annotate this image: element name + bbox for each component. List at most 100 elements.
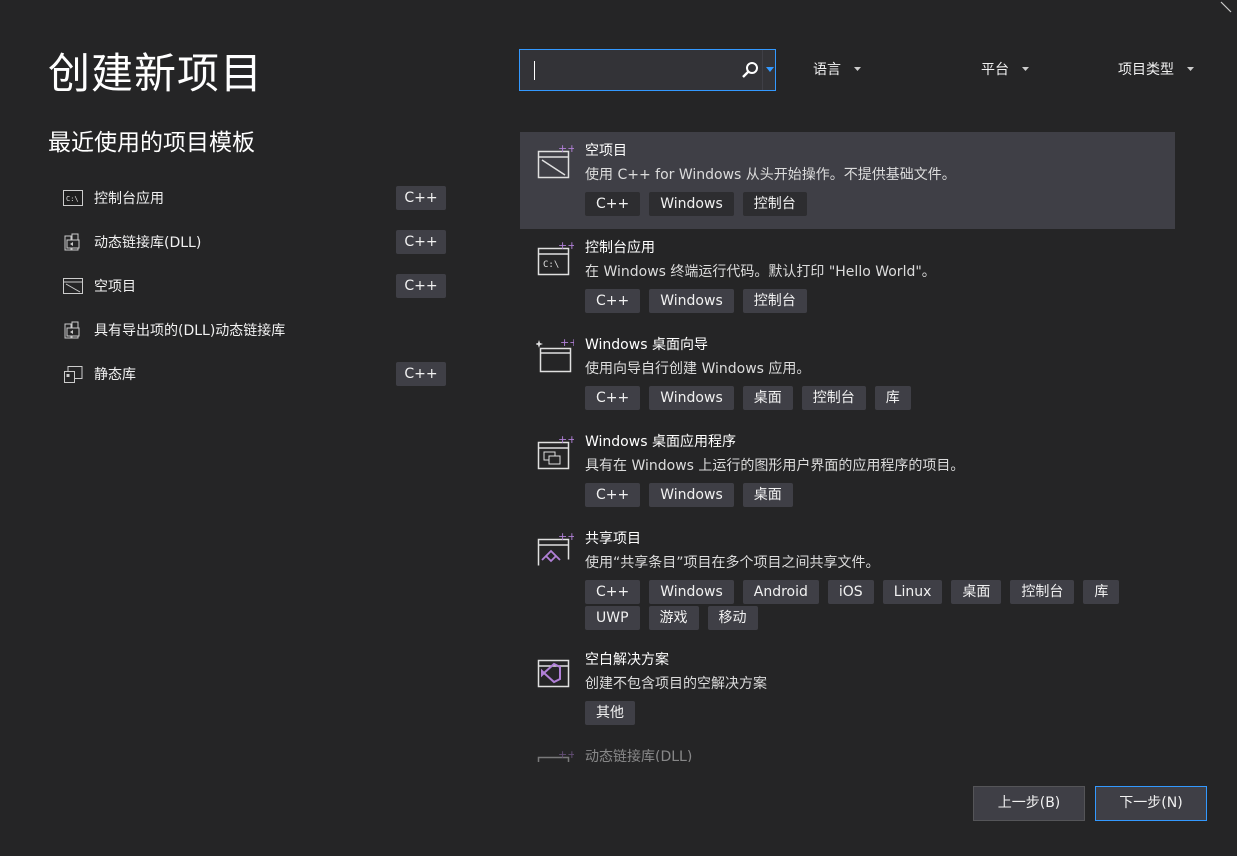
language-filter-label: 语言 xyxy=(813,62,841,78)
template-tags: C++ Windows 控制台 xyxy=(585,289,1145,315)
language-badge: C++ xyxy=(396,230,446,254)
tag: 库 xyxy=(1083,580,1120,604)
tag: C++ xyxy=(585,289,641,313)
recent-item-label: 控制台应用 xyxy=(94,191,164,207)
text-cursor xyxy=(534,61,535,80)
tag: iOS xyxy=(827,580,874,604)
back-button[interactable]: 上一步(B) xyxy=(973,786,1085,821)
tag: 控制台 xyxy=(742,192,807,216)
tag: Windows xyxy=(649,483,734,507)
svg-text:++: ++ xyxy=(558,530,574,543)
svg-text:++: ++ xyxy=(558,433,574,446)
desktop-app-icon: ++ xyxy=(537,433,574,470)
template-shared-project[interactable]: ++ 共享项目 使用“共享条目”项目在多个项目之间共享文件。 C++ Windo… xyxy=(520,520,1175,641)
language-badge: C++ xyxy=(396,274,446,298)
recent-item-label: 空项目 xyxy=(94,279,136,295)
svg-text:C:\: C:\ xyxy=(66,195,79,203)
tag: C++ xyxy=(585,386,641,410)
template-empty-project[interactable]: ++ 空项目 使用 C++ for Windows 从头开始操作。不提供基础文件… xyxy=(520,132,1175,229)
template-description: 创建不包含项目的空解决方案 xyxy=(585,676,767,692)
template-name: 空项目 xyxy=(585,143,627,159)
template-tags: C++ Windows Android iOS Linux 桌面 控制台 库 U… xyxy=(585,580,1145,632)
empty-project-icon: ++ xyxy=(537,142,574,179)
chevron-down-icon xyxy=(1022,67,1029,71)
static-lib-icon xyxy=(64,366,83,383)
template-name: 共享项目 xyxy=(585,531,641,547)
chevron-down-icon xyxy=(854,67,861,71)
tag: 桌面 xyxy=(742,483,793,507)
project-type-filter-dropdown[interactable]: 项目类型 xyxy=(1118,59,1194,79)
dll-icon xyxy=(64,233,80,251)
template-dll[interactable]: ++ 动态链接库(DLL) xyxy=(520,738,1175,762)
empty-project-icon xyxy=(63,278,83,294)
template-tags: C++ Windows 控制台 xyxy=(585,192,1145,218)
tag: 移动 xyxy=(707,606,758,630)
template-description: 使用“共享条目”项目在多个项目之间共享文件。 xyxy=(585,555,880,571)
svg-text:++: ++ xyxy=(558,239,574,252)
template-description: 使用 C++ for Windows 从头开始操作。不提供基础文件。 xyxy=(585,167,956,183)
tag: Windows xyxy=(649,580,734,604)
search-icon[interactable] xyxy=(740,60,760,80)
language-filter-dropdown[interactable]: 语言 xyxy=(813,59,861,79)
recent-item-console-app[interactable]: C:\ 控制台应用 C++ xyxy=(62,176,448,220)
template-name: 空白解决方案 xyxy=(585,652,669,668)
tag: 桌面 xyxy=(951,580,1002,604)
tag: C++ xyxy=(585,483,641,507)
recent-templates-heading: 最近使用的项目模板 xyxy=(48,130,255,156)
template-tags: 其他 xyxy=(585,701,1145,727)
platform-filter-label: 平台 xyxy=(981,62,1009,78)
close-icon[interactable] xyxy=(1219,0,1233,14)
template-name: Windows 桌面应用程序 xyxy=(585,434,736,450)
language-badge: C++ xyxy=(396,186,446,210)
tag: Windows xyxy=(649,289,734,313)
template-list[interactable]: ++ 空项目 使用 C++ for Windows 从头开始操作。不提供基础文件… xyxy=(520,132,1175,762)
chevron-down-icon xyxy=(1187,67,1194,71)
svg-text:C:\: C:\ xyxy=(543,260,559,270)
template-console-app[interactable]: C:\ ++ 控制台应用 在 Windows 终端运行代码。默认打印 "Hell… xyxy=(520,229,1175,326)
recent-item-dll-export[interactable]: 具有导出项的(DLL)动态链接库 xyxy=(62,308,448,352)
svg-text:++: ++ xyxy=(560,336,574,349)
tag: 控制台 xyxy=(801,386,866,410)
tag: UWP xyxy=(585,606,640,630)
tag: Windows xyxy=(649,386,734,410)
tag: 控制台 xyxy=(742,289,807,313)
recent-item-label: 具有导出项的(DLL)动态链接库 xyxy=(94,323,286,339)
next-button[interactable]: 下一步(N) xyxy=(1095,786,1207,821)
tag: Android xyxy=(742,580,819,604)
template-blank-solution[interactable]: 空白解决方案 创建不包含项目的空解决方案 其他 xyxy=(520,641,1175,738)
platform-filter-dropdown[interactable]: 平台 xyxy=(981,59,1029,79)
tag: 桌面 xyxy=(742,386,793,410)
recent-templates-list: C:\ 控制台应用 C++ 动态链接库(DLL) C++ 空项目 C++ 具有导… xyxy=(62,176,448,396)
project-type-filter-label: 项目类型 xyxy=(1118,62,1174,78)
template-name: 动态链接库(DLL) xyxy=(585,749,693,762)
tag: Windows xyxy=(649,192,734,216)
tag: 游戏 xyxy=(648,606,699,630)
recent-item-empty-project[interactable]: 空项目 C++ xyxy=(62,264,448,308)
tag: C++ xyxy=(585,580,641,604)
template-tags: C++ Windows 桌面 控制台 库 xyxy=(585,386,1145,412)
recent-item-label: 动态链接库(DLL) xyxy=(94,235,202,251)
tag: 控制台 xyxy=(1010,580,1075,604)
shared-project-icon: ++ xyxy=(537,530,574,566)
search-input[interactable] xyxy=(540,58,740,82)
template-description: 使用向导自行创建 Windows 应用。 xyxy=(585,361,811,377)
svg-text:++: ++ xyxy=(558,748,574,761)
search-history-dropdown[interactable] xyxy=(762,50,776,90)
svg-text:++: ++ xyxy=(558,142,574,155)
tag: C++ xyxy=(585,192,641,216)
tag: 库 xyxy=(874,386,911,410)
recent-item-static-lib[interactable]: 静态库 C++ xyxy=(62,352,448,396)
page-title: 创建新项目 xyxy=(48,49,264,98)
language-badge: C++ xyxy=(396,362,446,386)
template-description: 具有在 Windows 上运行的图形用户界面的应用程序的项目。 xyxy=(585,458,965,474)
template-windows-desktop-wizard[interactable]: ++ Windows 桌面向导 使用向导自行创建 Windows 应用。 C++… xyxy=(520,326,1175,423)
blank-solution-icon xyxy=(537,659,570,688)
dll-icon: ++ xyxy=(537,748,574,762)
template-search-box[interactable] xyxy=(519,49,776,91)
template-name: 控制台应用 xyxy=(585,240,655,256)
recent-item-label: 静态库 xyxy=(94,367,136,383)
recent-item-dll[interactable]: 动态链接库(DLL) C++ xyxy=(62,220,448,264)
template-windows-desktop-app[interactable]: ++ Windows 桌面应用程序 具有在 Windows 上运行的图形用户界面… xyxy=(520,423,1175,520)
tag: 其他 xyxy=(585,701,635,725)
dll-export-icon xyxy=(64,321,80,339)
